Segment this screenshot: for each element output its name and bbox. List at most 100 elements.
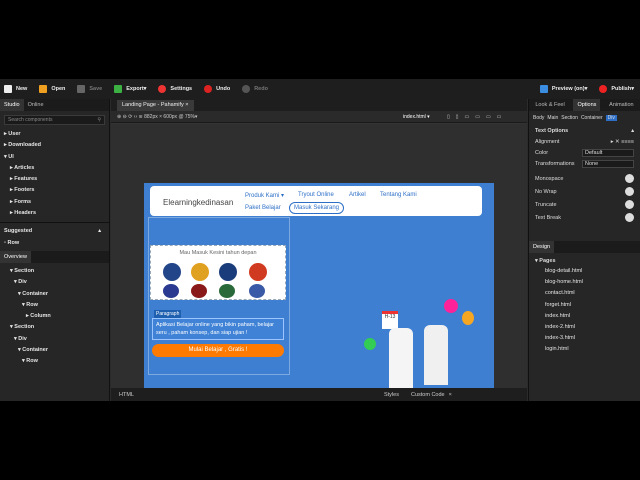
page-file[interactable]: blog-home.html <box>529 277 640 288</box>
export-button[interactable]: Export ▾ <box>114 82 146 96</box>
tab-design[interactable]: Design <box>529 241 555 253</box>
page-file[interactable]: forget.html <box>529 300 640 311</box>
open-button[interactable]: Open <box>39 82 65 96</box>
styles-tab[interactable]: Styles <box>384 392 399 398</box>
design-canvas[interactable]: Elearningkedinasan Produk Kami ▾ Tryout … <box>111 124 527 399</box>
overview-item[interactable]: ▾ Div <box>10 334 109 345</box>
monitor-icon <box>539 85 548 93</box>
new-button[interactable]: New <box>4 82 27 96</box>
textbreak-toggle[interactable] <box>625 213 634 222</box>
canvas-size-label[interactable]: 882px × 600px @ 75% <box>144 114 195 120</box>
tab-options[interactable]: Options <box>573 99 601 111</box>
tab-overview[interactable]: Overview <box>0 250 31 263</box>
suggested-title[interactable]: Suggested ▴ <box>4 226 109 237</box>
tree-item-user[interactable]: ▸ User <box>4 129 109 140</box>
tree-item-forms[interactable]: ▸ Forms <box>4 197 109 208</box>
pages-header[interactable]: ▾ Pages <box>529 255 640 266</box>
page-file[interactable]: index-3.html <box>529 333 640 344</box>
tab-animation[interactable]: Animation <box>605 99 637 111</box>
crumb-body[interactable]: Body <box>533 115 544 121</box>
tree-item-downloaded[interactable]: ▸ Downloaded <box>4 140 109 151</box>
overview-item[interactable]: ▾ Container <box>10 289 109 300</box>
color-row: Color Default <box>529 147 640 158</box>
page-file[interactable]: contact.html <box>529 288 640 299</box>
masuk-button[interactable]: Masuk Sekarang <box>289 202 345 214</box>
overview-item[interactable]: ▾ Container <box>10 345 109 356</box>
settings-button[interactable]: Settings <box>158 82 192 96</box>
nav-tentang[interactable]: Tentang Kami <box>380 192 417 198</box>
code-icon[interactable]: ‹› <box>134 114 137 120</box>
undo-icon <box>204 85 213 93</box>
tree-item-headers[interactable]: ▸ Headers <box>4 208 109 219</box>
document-tab[interactable]: Landing Page - Pahamify × <box>117 100 194 111</box>
tab-online[interactable]: Online <box>24 99 48 111</box>
tree-item-ui[interactable]: ▾ UI <box>4 152 109 163</box>
publish-button[interactable]: Publish ▾ <box>599 82 634 96</box>
page-file[interactable]: login.html <box>529 344 640 355</box>
page-file[interactable]: blog-detail.html <box>529 266 640 277</box>
transform-select[interactable]: None <box>582 159 634 168</box>
nav-artikel[interactable]: Artikel <box>349 192 366 198</box>
close-icon[interactable]: × <box>449 392 452 398</box>
page-file[interactable]: index.html <box>529 311 640 322</box>
decor-icon <box>364 338 376 350</box>
overview-item[interactable]: ▾ Row <box>10 356 109 367</box>
crumb-div[interactable]: Div <box>605 115 617 121</box>
undo-button[interactable]: Undo <box>204 82 230 96</box>
paragraph-tag: Paragraph <box>154 310 182 318</box>
suggested-item-row[interactable]: ▫ Row <box>4 238 109 249</box>
layers-icon[interactable]: ≋ <box>139 114 143 120</box>
logo-card[interactable]: Mau Masuk Kesini tahun depan <box>150 245 286 300</box>
text-options-header[interactable]: Text Options ▴ <box>529 125 640 136</box>
zoom-in-icon[interactable]: ⊕ <box>117 114 121 120</box>
site-preview[interactable]: Elearningkedinasan Produk Kami ▾ Tryout … <box>144 183 494 399</box>
overview-item[interactable]: ▾ Row <box>10 300 109 311</box>
page-file[interactable]: index-2.html <box>529 322 640 333</box>
custom-code-tab[interactable]: Custom Code <box>411 392 445 398</box>
nav-paket[interactable]: Paket Belajar <box>245 205 281 211</box>
tree-item-articles[interactable]: ▸ Articles <box>4 163 109 174</box>
student-figure <box>389 328 413 388</box>
tab-studio[interactable]: Studio <box>0 99 24 111</box>
calendar-badge: H-13 <box>382 311 398 329</box>
align-icons[interactable]: ▸ ✕ ≡≡≡≡ <box>611 139 634 145</box>
bottom-bar: HTML Styles Custom Code × <box>111 388 527 401</box>
truncate-toggle[interactable] <box>625 200 634 209</box>
nav-tryout[interactable]: Tryout Online <box>298 192 334 198</box>
nowrap-toggle[interactable] <box>625 187 634 196</box>
logo-icon <box>191 284 207 298</box>
search-input[interactable]: Search components ⚲ <box>4 115 105 125</box>
site-brand[interactable]: Elearningkedinasan <box>163 198 233 207</box>
tree-item-features[interactable]: ▸ Features <box>4 174 109 185</box>
html-tab[interactable]: HTML <box>119 392 134 398</box>
page-select[interactable]: index.html ▾ <box>403 114 430 120</box>
tree-item-footers[interactable]: ▸ Footers <box>4 185 109 196</box>
paragraph-text[interactable]: Aplikasi Belajar online yang bikin paham… <box>152 318 284 340</box>
refresh-icon[interactable]: ⟳ <box>128 114 132 120</box>
tab-look-feel[interactable]: Look & Feel <box>531 99 568 111</box>
overview-item[interactable]: ▾ Div <box>10 277 109 288</box>
overview-item[interactable]: ▾ Section <box>10 266 109 277</box>
device-icons[interactable]: ▯▯▭▭▭▭ <box>447 114 507 120</box>
nav-produk[interactable]: Produk Kami ▾ <box>245 192 284 199</box>
save-button[interactable]: Save <box>77 82 102 96</box>
zoom-out-icon[interactable]: ⊖ <box>123 114 127 120</box>
crumb-section[interactable]: Section <box>561 115 578 121</box>
preview-button[interactable]: Preview (on) ▾ <box>539 82 587 96</box>
color-select[interactable]: Default <box>582 148 634 157</box>
design-header: Design <box>529 241 640 253</box>
monospace-row: Monospace <box>529 173 640 184</box>
crumb-main[interactable]: Main <box>547 115 558 121</box>
monospace-toggle[interactable] <box>625 174 634 183</box>
crumb-container[interactable]: Container <box>581 115 603 121</box>
editor-area: Landing Page - Pahamify × ⊕ ⊖ ⟳ ‹› ≋ 882… <box>111 99 527 401</box>
decor-icon <box>444 299 458 313</box>
overview-item[interactable]: ▸ Column <box>10 311 109 322</box>
redo-button[interactable]: Redo <box>242 82 268 96</box>
overview-header: Overview <box>0 250 109 263</box>
cta-button[interactable]: Mulai Belajar , Gratis ! <box>152 344 284 357</box>
close-icon[interactable]: × <box>185 102 188 108</box>
transform-row: Transformations None <box>529 158 640 169</box>
overview-item[interactable]: ▾ Section <box>10 322 109 333</box>
site-navbar[interactable]: Elearningkedinasan Produk Kami ▾ Tryout … <box>150 186 482 216</box>
